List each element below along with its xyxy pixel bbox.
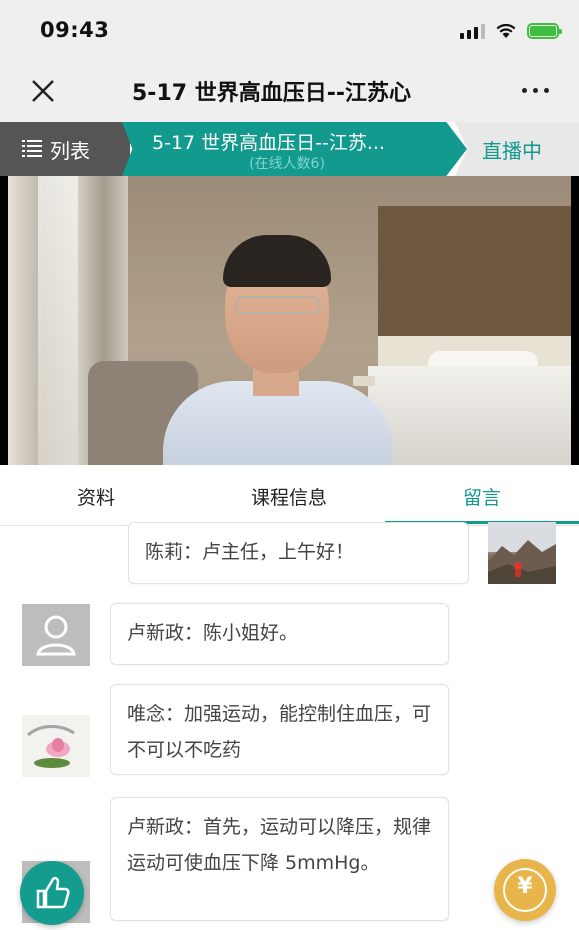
video-player[interactable]: [0, 176, 579, 465]
live-title: 5-17 世界高血压日--江苏...: [152, 132, 385, 154]
message-text: 卢新政：首先，运动可以降压，规律运动可使血压下降 5mmHg。: [127, 816, 432, 874]
thumbs-up-icon: [36, 876, 70, 909]
more-icon[interactable]: [522, 88, 549, 93]
battery-icon: [527, 22, 562, 39]
list-icon: [22, 140, 42, 157]
message-bubble: 卢新政：首先，运动可以降压，规律运动可使血压下降 5mmHg。: [110, 797, 449, 921]
wifi-icon: [496, 23, 516, 38]
avatar[interactable]: [22, 715, 90, 777]
live-title-tab[interactable]: 5-17 世界高血压日--江苏... (在线人数6): [122, 122, 467, 176]
nav-bar: 5-17 世界高血压日--江苏心: [0, 62, 579, 122]
status-bar: 09:43: [0, 0, 579, 62]
tab-materials[interactable]: 资料: [0, 483, 192, 510]
page-title: 5-17 世界高血压日--江苏心: [132, 81, 411, 106]
tab-comments[interactable]: 留言: [386, 483, 578, 510]
signal-icon: [460, 23, 485, 39]
avatar[interactable]: [22, 604, 90, 666]
status-time: 09:43: [40, 18, 110, 42]
message-text: 唯念：加强运动，能控制住血压，可不可以不吃药: [127, 703, 432, 761]
message-text: 陈莉：卢主任，上午好！: [145, 541, 355, 563]
online-count: (在线人数6): [249, 156, 325, 172]
list-button[interactable]: 列表: [0, 122, 130, 176]
like-button[interactable]: [20, 861, 84, 925]
message-bubble: 陈莉：卢主任，上午好！: [128, 522, 469, 584]
live-status: 直播中: [482, 139, 542, 163]
tab-course-info[interactable]: 课程信息: [193, 483, 385, 510]
live-strip: 列表 5-17 世界高血压日--江苏... (在线人数6) 直播中: [0, 122, 579, 176]
content-tabs: 资料 课程信息 留言: [0, 465, 579, 526]
close-icon[interactable]: [26, 74, 60, 108]
message-text: 卢新政：陈小姐好。: [127, 622, 299, 644]
user-icon: [36, 615, 76, 656]
avatar[interactable]: [488, 522, 556, 584]
speaker-figure: [163, 231, 393, 465]
reward-button[interactable]: ¥: [494, 859, 556, 921]
message-bubble: 卢新政：陈小姐好。: [110, 603, 449, 665]
status-icons: [460, 22, 562, 39]
list-label: 列表: [50, 139, 90, 163]
live-status-tab[interactable]: 直播中: [455, 122, 579, 176]
video-frame: [8, 176, 571, 465]
message-bubble: 唯念：加强运动，能控制住血压，可不可以不吃药: [110, 684, 449, 775]
yuan-symbol: ¥: [517, 874, 533, 899]
